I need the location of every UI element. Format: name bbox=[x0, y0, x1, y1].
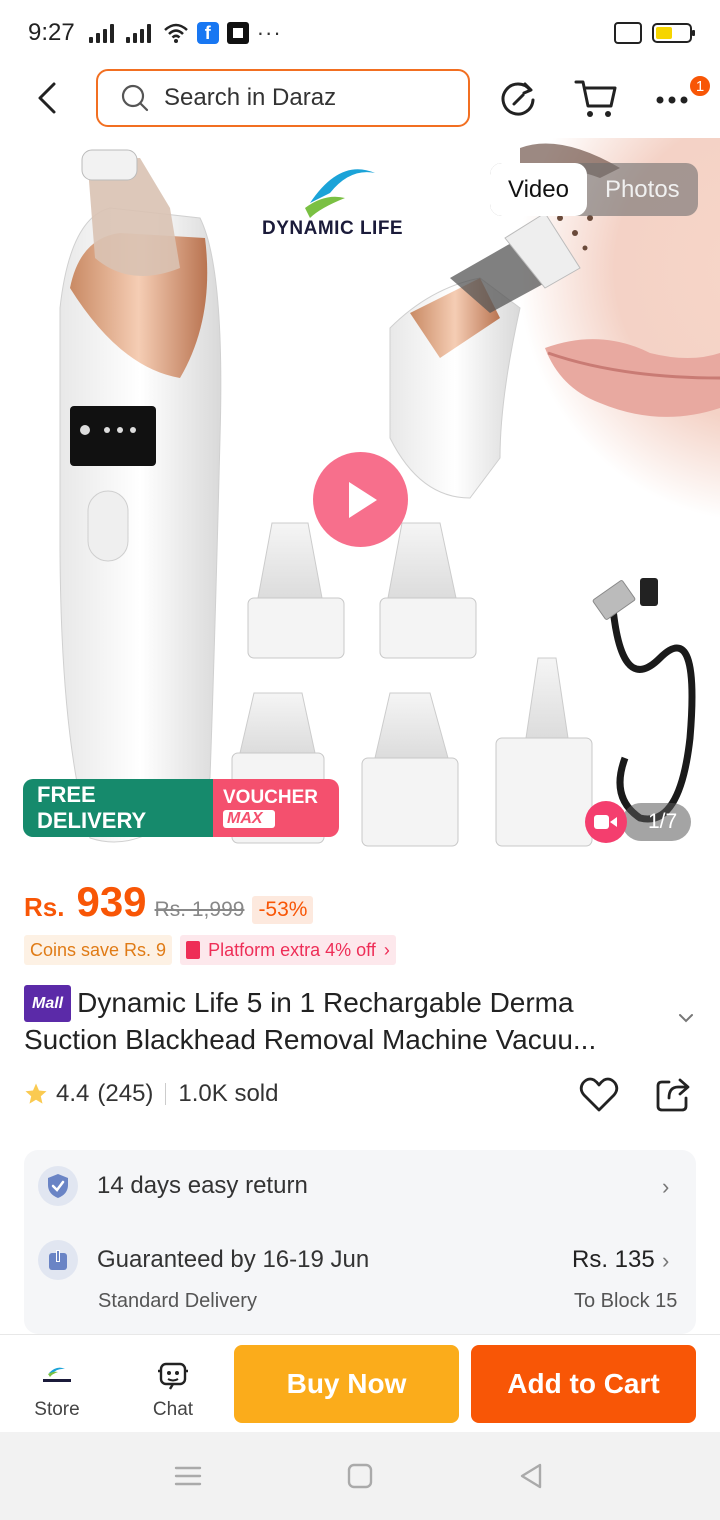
current-price: 939 bbox=[76, 878, 147, 925]
brand-logo: DYNAMIC LIFE bbox=[262, 218, 404, 239]
delivery-destination: To Block 15 bbox=[574, 1290, 678, 1312]
qr-app-icon bbox=[226, 22, 249, 44]
top-app-bar: Search in Daraz 1 bbox=[0, 66, 720, 136]
coins-save-tag: Coins save Rs. 9 bbox=[24, 935, 173, 965]
vibrate-icon bbox=[614, 22, 642, 44]
image-counter: 1/7 bbox=[622, 803, 692, 841]
product-image-gallery[interactable]: DYNAMIC LIFE Video Photos FREE DELIVERY … bbox=[0, 138, 720, 858]
back-arrow-icon[interactable] bbox=[28, 76, 68, 120]
facebook-icon: f bbox=[196, 22, 219, 44]
play-video-button[interactable] bbox=[313, 452, 408, 547]
delivery-fee: Rs. 135 bbox=[572, 1246, 655, 1273]
rating-score: 4.4 bbox=[56, 1080, 90, 1107]
status-time: 9:27 bbox=[28, 19, 75, 46]
free-delivery-label: FREE DELIVERY bbox=[23, 779, 213, 837]
add-to-cart-button[interactable]: Add to Cart bbox=[471, 1345, 696, 1423]
battery-icon bbox=[652, 23, 695, 43]
video-chip[interactable] bbox=[585, 801, 627, 843]
status-bar: 9:27 f ··· bbox=[0, 0, 720, 66]
signal-icon bbox=[88, 23, 114, 43]
platform-discount-label: Platform extra 4% off bbox=[208, 939, 376, 960]
price-row: Rs. 939 Rs. 1,999 -53% bbox=[24, 878, 314, 926]
play-icon bbox=[348, 481, 377, 518]
history-share-icon[interactable] bbox=[496, 76, 540, 120]
currency-label: Rs. bbox=[24, 892, 65, 922]
chat-button[interactable]: Chat bbox=[133, 1357, 213, 1421]
voucher-icon bbox=[186, 941, 201, 959]
chevron-right-icon[interactable]: › bbox=[662, 1248, 669, 1274]
divider bbox=[165, 1083, 167, 1105]
menu-icon[interactable] bbox=[172, 1462, 204, 1490]
tab-photos[interactable]: Photos bbox=[587, 163, 698, 216]
platform-discount-tag[interactable]: Platform extra 4% off › bbox=[180, 935, 396, 965]
store-label: Store bbox=[34, 1399, 80, 1420]
store-logo-icon bbox=[39, 1357, 75, 1393]
discount-badge: -53% bbox=[252, 896, 314, 924]
tab-video[interactable]: Video bbox=[490, 163, 587, 216]
chevron-right-icon[interactable]: › bbox=[662, 1174, 669, 1200]
system-navigation-bar bbox=[0, 1432, 720, 1520]
promo-row: Coins save Rs. 9 Platform extra 4% off › bbox=[24, 935, 396, 965]
more-notifications-icon: ··· bbox=[256, 20, 282, 45]
bottom-action-bar: Store Chat Buy Now Add to Cart bbox=[0, 1334, 720, 1432]
star-icon bbox=[25, 1083, 47, 1104]
voucher-max-label: VOUCHER MAX bbox=[213, 779, 339, 837]
wifi-icon bbox=[163, 23, 188, 43]
mall-badge: Mall bbox=[24, 985, 72, 1022]
delivery-type: Standard Delivery bbox=[98, 1290, 257, 1312]
chat-label: Chat bbox=[152, 1399, 194, 1420]
delivery-guarantee-text[interactable]: Guaranteed by 16-19 Jun bbox=[97, 1246, 369, 1274]
search-icon bbox=[121, 84, 149, 112]
video-camera-icon bbox=[594, 815, 617, 829]
voucher-text: VOUCHER bbox=[223, 787, 319, 808]
free-delivery-voucher-banner: FREE DELIVERY VOUCHER MAX bbox=[23, 779, 339, 837]
sold-count: 1.0K sold bbox=[178, 1080, 279, 1107]
media-tab-group: Video Photos bbox=[490, 163, 698, 216]
heart-icon[interactable] bbox=[578, 1074, 620, 1116]
product-title-text: Dynamic Life 5 in 1 Rechargable Derma Su… bbox=[24, 987, 597, 1055]
store-button[interactable]: Store bbox=[17, 1357, 97, 1421]
chevron-right-icon: › bbox=[383, 939, 390, 960]
return-shield-icon bbox=[38, 1166, 78, 1206]
voucher-max-text: MAX bbox=[223, 810, 275, 828]
rating-row[interactable]: 4.4 (245) 1.0K sold bbox=[24, 1080, 278, 1108]
search-input[interactable]: Search in Daraz bbox=[96, 69, 470, 127]
notification-badge: 1 bbox=[688, 74, 712, 98]
search-placeholder: Search in Daraz bbox=[164, 84, 337, 111]
back-triangle-icon[interactable] bbox=[516, 1462, 548, 1490]
rating-count: (245) bbox=[97, 1080, 154, 1107]
chat-robot-icon bbox=[155, 1357, 191, 1393]
buy-now-button[interactable]: Buy Now bbox=[234, 1345, 459, 1423]
easy-return-text[interactable]: 14 days easy return bbox=[97, 1172, 308, 1200]
delivery-service-card: 14 days easy return › Guaranteed by 16-1… bbox=[24, 1150, 696, 1334]
signal-icon-2 bbox=[125, 23, 151, 43]
home-icon[interactable] bbox=[344, 1462, 376, 1490]
delivery-box-icon bbox=[38, 1240, 78, 1280]
chevron-down-icon[interactable] bbox=[676, 1008, 696, 1028]
cart-icon[interactable] bbox=[574, 76, 618, 120]
share-icon[interactable] bbox=[652, 1074, 694, 1116]
original-price: Rs. 1,999 bbox=[154, 898, 245, 921]
product-title: Mall Dynamic Life 5 in 1 Rechargable Derm… bbox=[24, 985, 664, 1057]
